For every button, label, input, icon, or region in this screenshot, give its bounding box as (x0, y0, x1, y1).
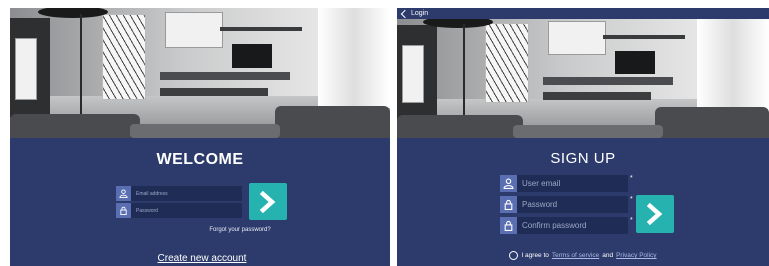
password-placeholder: Password (522, 200, 558, 209)
password-field[interactable]: Password (500, 196, 628, 213)
required-mark: * (630, 196, 633, 203)
signup-title: SIGN UP (550, 150, 616, 167)
welcome-title: WELCOME (156, 151, 244, 168)
living-room-photo (10, 8, 390, 138)
living-room-photo (397, 19, 769, 138)
chevron-right-icon (259, 190, 276, 213)
user-email-field[interactable]: User email (500, 175, 628, 192)
create-account-link[interactable]: Create new account (10, 253, 390, 264)
login-submit-button[interactable] (249, 183, 287, 220)
lock-icon (116, 203, 131, 218)
back-button[interactable]: Login (400, 8, 428, 19)
signup-submit-button[interactable] (636, 195, 674, 233)
user-email-placeholder: User email (522, 179, 561, 188)
top-bar: Login (397, 8, 769, 19)
lock-icon (500, 217, 517, 234)
email-field[interactable]: Email address (116, 186, 242, 201)
confirm-password-placeholder: Confirm password (522, 221, 587, 230)
privacy-policy-link[interactable]: Privacy Policy (616, 252, 656, 259)
terms-of-service-link[interactable]: Terms of service (552, 252, 599, 259)
chevron-left-icon (400, 9, 410, 18)
agree-prefix: I agree to (521, 252, 549, 259)
required-mark: * (630, 175, 633, 182)
agree-radio[interactable] (509, 251, 519, 260)
password-field[interactable]: Password (116, 203, 242, 218)
confirm-password-field[interactable]: Confirm password (500, 217, 628, 234)
forgot-password-link[interactable]: Forgot your password? (10, 227, 390, 233)
user-icon (116, 186, 131, 201)
login-screen: WELCOME Email address Password Forgot yo… (10, 8, 390, 266)
email-placeholder: Email address (136, 190, 168, 197)
and-text: and (602, 252, 614, 259)
terms-agreement: I agree to Terms of service and Privacy … (397, 251, 769, 260)
lock-icon (500, 196, 517, 213)
chevron-right-icon (646, 203, 663, 225)
back-label: Login (411, 10, 429, 17)
password-placeholder: Password (136, 207, 158, 214)
signup-screen: Login SIGN UP User email * Password * Co… (397, 8, 769, 266)
user-icon (500, 175, 517, 192)
required-mark: * (630, 217, 633, 224)
